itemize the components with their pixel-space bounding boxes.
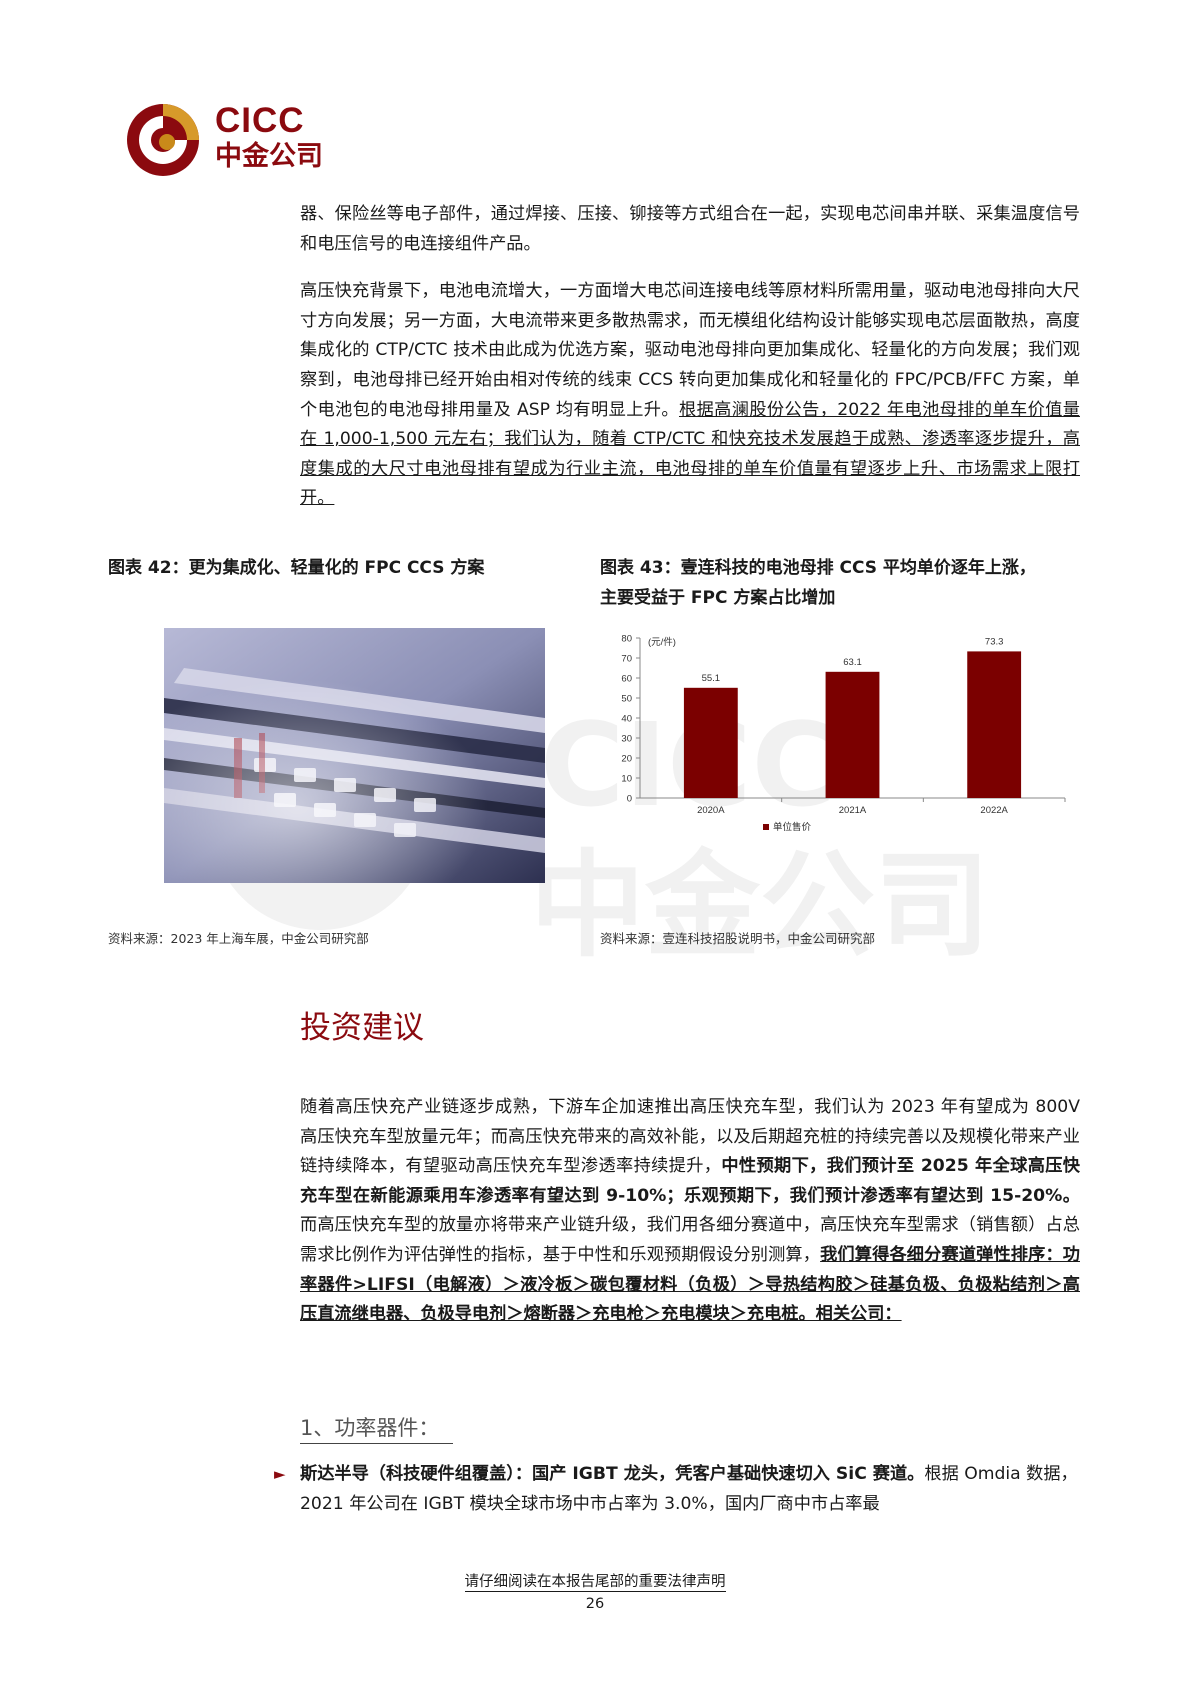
y-tick-label: 20: [621, 754, 632, 765]
x-tick-label: 2021A: [839, 805, 867, 816]
x-tick-label: 2022A: [980, 805, 1008, 816]
figure-43-source: 资料来源：壹连科技招股说明书，中金公司研究部: [600, 931, 876, 946]
investment-paragraph: 随着高压快充产业链逐步成熟，下游车企加速推出高压快充车型，我们认为 2023 年…: [300, 1093, 1080, 1330]
bar-2022A: [967, 651, 1022, 798]
page-number: 26: [585, 1596, 605, 1612]
legend-label: 单位售价: [773, 821, 812, 833]
y-tick-label: 80: [621, 634, 632, 645]
fpc-ccs-photo: [164, 628, 545, 883]
bar-2020A: [683, 687, 738, 798]
subsection-title-power-devices: 1、功率器件：: [300, 1413, 454, 1444]
figure-43-title: 图表 43：壹连科技的电池母排 CCS 平均单价逐年上涨， 主要受益于 FPC …: [600, 553, 1036, 613]
x-tick-label: 2020A: [697, 805, 725, 816]
intro-paragraph-1: 器、保险丝等电子部件，通过焊接、压接、铆接等方式组合在一起，实现电芯间串并联、采…: [300, 204, 1080, 254]
legal-notice: 请仔细阅读在本报告尾部的重要法律声明: [0, 1570, 1190, 1592]
y-tick-label: 60: [621, 674, 632, 685]
y-tick-label: 0: [627, 794, 632, 805]
legal-notice-text: 请仔细阅读在本报告尾部的重要法律声明: [464, 1574, 726, 1592]
cicc-logo-mark-icon: [127, 104, 199, 176]
legend-swatch: [763, 824, 769, 830]
cicc-logo: CICC 中金公司: [125, 102, 335, 178]
y-tick-label: 30: [621, 734, 632, 745]
figure-43-title-line-2: 主要受益于 FPC 方案占比增加: [600, 588, 836, 608]
bar-value-label: 55.1: [702, 673, 721, 684]
intro-section: 器、保险丝等电子部件，通过焊接、压接、铆接等方式组合在一起，实现电芯间串并联、采…: [300, 200, 1080, 514]
bullet-triangle-icon: ►: [274, 1465, 286, 1483]
section-title-investment: 投资建议: [300, 1010, 424, 1046]
y-tick-label: 50: [621, 694, 632, 705]
logo-text-cn: 中金公司: [215, 141, 323, 172]
intro-paragraph-2: 高压快充背景下，电池电流增大，一方面增大电芯间连接电线等原材料所需用量，驱动电池…: [300, 277, 1080, 514]
figure-43-title-line-1: 图表 43：壹连科技的电池母排 CCS 平均单价逐年上涨，: [600, 558, 1036, 578]
bar-2021A: [825, 671, 880, 798]
y-tick-label: 40: [621, 714, 632, 725]
company-bullet-item: ► 斯达半导（科技硬件组覆盖）：国产 IGBT 龙头，凭客户基础快速切入 SiC…: [274, 1460, 1080, 1519]
asp-bar-chart: 0 10 20 30 40 50 60 70 80 (元/件) 55.1 2020A 63.1 2021A…: [605, 628, 1075, 913]
y-tick-label: 70: [621, 654, 632, 665]
bar-value-label: 73.3: [985, 636, 1004, 647]
figure-42-source: 资料来源：2023 年上海车展，中金公司研究部: [108, 931, 369, 946]
company-bullet-heading: 斯达半导（科技硬件组覆盖）：国产 IGBT 龙头，凭客户基础快速切入 SiC 赛…: [300, 1464, 925, 1484]
bar-value-label: 63.1: [843, 657, 862, 668]
figure-42-title: 图表 42：更为集成化、轻量化的 FPC CCS 方案: [108, 558, 485, 578]
unit-label: (元/件): [648, 636, 676, 648]
logo-text-en: CICC: [215, 101, 305, 140]
y-tick-label: 10: [621, 774, 632, 785]
